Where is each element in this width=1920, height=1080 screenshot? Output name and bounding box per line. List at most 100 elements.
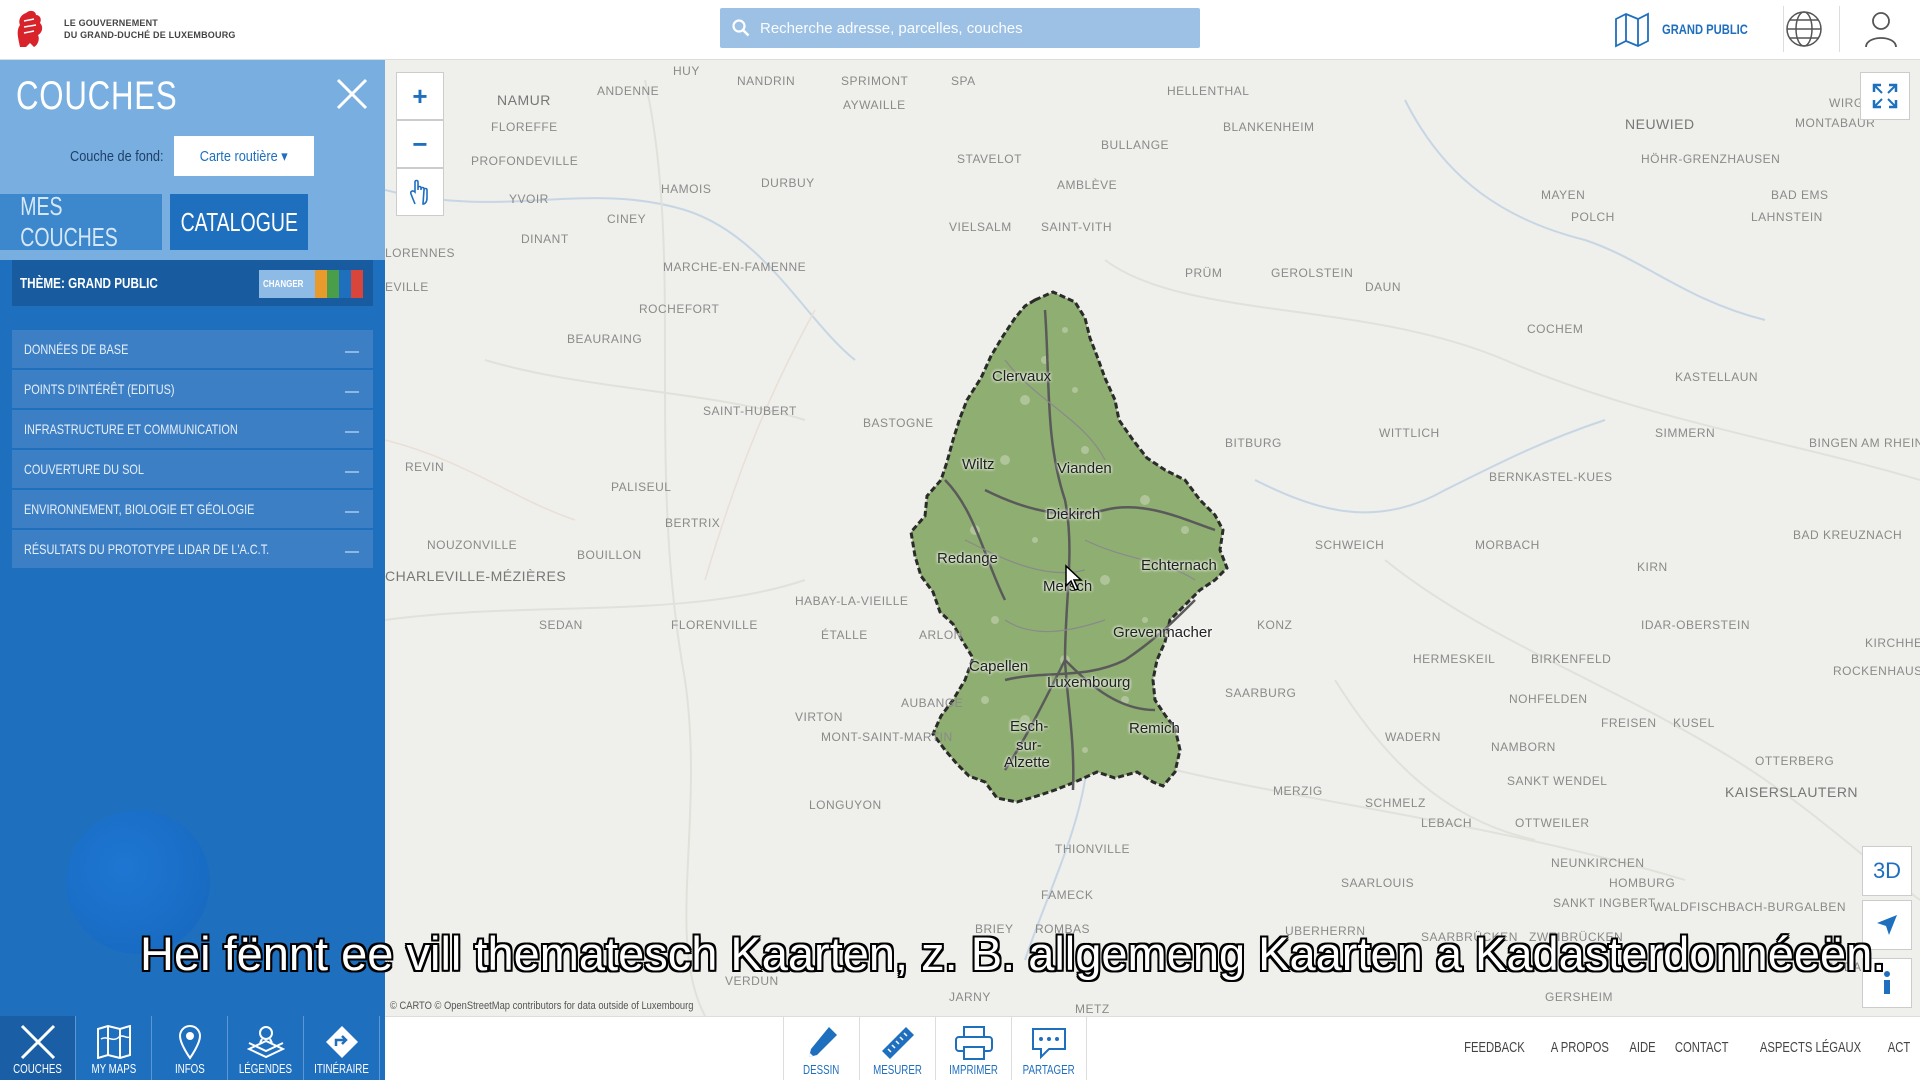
footer-link-feedback[interactable]: FEEDBACK (1464, 1039, 1525, 1056)
map-place-label: STAVELOT (957, 152, 1022, 166)
globe-icon (1785, 11, 1822, 47)
theme-selector-button[interactable]: GRAND PUBLIC (1612, 6, 1785, 52)
map-place-label: SAARBURG (1225, 686, 1297, 700)
3d-toggle-button[interactable]: 3D (1862, 846, 1912, 896)
map-place-label: LEBACH (1421, 816, 1473, 830)
user-icon (1865, 12, 1897, 48)
fullscreen-button[interactable] (1860, 72, 1910, 120)
background-layer-dropdown[interactable]: Carte routière ▾ (174, 136, 314, 176)
expand-icon (1872, 83, 1898, 109)
layers-panel-header: COUCHES Couche de fond: Carte routière ▾… (0, 60, 385, 260)
map-place-label: VIRTON (795, 710, 843, 724)
footer-link-a-propos[interactable]: A PROPOS (1551, 1039, 1609, 1056)
tool-dessin-button[interactable]: DESSIN (783, 1017, 859, 1080)
map-place-label: LORENNES (385, 246, 456, 260)
tools-group: DESSIN MESURER IMPRIMER PARTAGER (783, 1017, 1087, 1080)
nav-label: COUCHES (13, 1061, 62, 1076)
tool-mesurer-button[interactable]: MESURER (859, 1017, 935, 1080)
zoom-in-button[interactable]: + (396, 72, 444, 120)
map-place-label: BLANKENHEIM (1223, 120, 1315, 134)
footer-link-aspects-legaux[interactable]: ASPECTS LÉGAUX (1760, 1039, 1861, 1056)
nav-my-maps-button[interactable]: MY MAPS (76, 1016, 152, 1080)
map-place-label: BERTRIX (665, 516, 721, 530)
footer-links: FEEDBACK A PROPOS AIDE CONTACT ASPECTS L… (1454, 1039, 1914, 1056)
tool-partager-button[interactable]: PARTAGER (1011, 1017, 1087, 1080)
city-label: Alzette (1004, 754, 1050, 771)
city-label: Clervaux (992, 368, 1052, 385)
footer-link-act[interactable]: ACT (1888, 1039, 1911, 1056)
bottom-toolbar: DESSIN MESURER IMPRIMER PARTAGER FEEDBAC… (385, 1016, 1920, 1080)
close-panel-button[interactable] (334, 76, 374, 116)
ruler-icon (881, 1027, 914, 1059)
map-place-label: BOUILLON (577, 548, 642, 562)
search-icon (732, 19, 750, 37)
city-label: sur- (1016, 737, 1042, 754)
tab-catalogue[interactable]: CATALOGUE (170, 194, 308, 250)
government-logo[interactable]: Le Gouvernement du Grand-Duché de Luxemb… (10, 5, 240, 53)
map-place-label: NOUZONVILLE (427, 538, 518, 552)
catalogue-item-infrastructure[interactable]: INFRASTRUCTURE ET COMMUNICATION (12, 410, 373, 450)
map-place-label: HUY (673, 64, 700, 78)
footer-link-contact[interactable]: CONTACT (1674, 1039, 1728, 1056)
map-place-label: NOHFELDEN (1509, 692, 1588, 706)
chevron-down-icon (345, 387, 359, 393)
map-place-label: FREISEN (1601, 716, 1657, 730)
catalogue-item-points-interet[interactable]: POINTS D'INTÉRÊT (EDITUS) (12, 370, 373, 410)
nav-label: INFOS (174, 1061, 205, 1076)
nav-itineraire-button[interactable]: ITINÉRAIRE (304, 1016, 380, 1080)
map-place-label: PRÜM (1185, 266, 1223, 280)
map-place-label: SCHWEICH (1315, 538, 1385, 552)
map-view[interactable]: NAMUR ANDENNE HUY NANDRIN SPRIMONT SPA A… (385, 60, 1920, 1016)
map-place-label: ARLON (919, 628, 963, 642)
map-place-label: BEAURAING (567, 332, 643, 346)
nav-legendes-button[interactable]: LÉGENDES (228, 1016, 304, 1080)
city-label: Redange (937, 550, 998, 567)
catalogue-item-donnees-de-base[interactable]: DONNÉES DE BASE (12, 330, 373, 370)
city-label: Esch- (1010, 718, 1049, 735)
chevron-down-icon (345, 467, 359, 473)
share-icon (1032, 1028, 1066, 1060)
catalogue-item-couverture-du-sol[interactable]: COUVERTURE DU SOL (12, 450, 373, 490)
map-place-label: YVOIR (509, 192, 549, 206)
legend-icon (246, 1026, 285, 1059)
city-label: Grevenmacher (1113, 624, 1213, 641)
map-place-label: MARCHE-EN-FAMENNE (663, 260, 807, 274)
mouse-cursor-icon (1065, 564, 1083, 591)
map-place-label: PALISEUL (611, 480, 672, 494)
map-place-label: SEDAN (539, 618, 583, 632)
catalogue-list: DONNÉES DE BASE POINTS D'INTÉRÊT (EDITUS… (12, 330, 373, 570)
footer-link-aide[interactable]: AIDE (1629, 1039, 1655, 1056)
language-button[interactable] (1768, 6, 1840, 52)
map-place-label: ÉTALLE (821, 628, 868, 642)
video-subtitle: Hei fënnt ee vill thematesch Kaarten, z.… (140, 927, 1886, 980)
tool-imprimer-button[interactable]: IMPRIMER (935, 1017, 1011, 1080)
change-theme-button[interactable]: CHANGER (259, 270, 363, 298)
tab-mes-couches[interactable]: MES COUCHES (0, 191, 162, 252)
map-place-label: NANDRIN (737, 74, 796, 88)
background-layer-label: Couche de fond: (70, 148, 164, 165)
map-place-label: MORBACH (1475, 538, 1540, 552)
map-attribution[interactable]: © CARTO © OpenStreetMap contributors for… (390, 1000, 693, 1012)
rotate-button[interactable] (396, 168, 444, 216)
catalogue-item-environnement[interactable]: ENVIRONNEMENT, BIOLOGIE ET GÉOLOGIE (12, 490, 373, 530)
map-place-label: IDAR-OBERSTEIN (1641, 618, 1751, 632)
city-label: Remich (1129, 720, 1180, 737)
map-place-label: EVILLE (385, 280, 429, 294)
city-label: Echternach (1141, 557, 1217, 574)
catalogue-item-label: DONNÉES DE BASE (24, 341, 129, 357)
map-place-label: CINEY (607, 212, 647, 226)
map-place-label: DAUN (1365, 280, 1402, 294)
search-bar[interactable] (720, 8, 1200, 48)
nav-infos-button[interactable]: INFOS (152, 1016, 228, 1080)
tab-label: MES COUCHES (20, 191, 118, 252)
nav-couches-button[interactable]: COUCHES (0, 1016, 76, 1080)
tab-label: CATALOGUE (180, 206, 298, 237)
map-place-label: METZ (1075, 1002, 1110, 1016)
user-account-button[interactable] (1842, 6, 1920, 52)
zoom-out-button[interactable]: − (396, 120, 444, 168)
city-label: Vianden (1057, 460, 1112, 477)
catalogue-item-lidar[interactable]: RÉSULTATS DU PROTOTYPE LIDAR DE L'A.C.T. (12, 530, 373, 570)
close-icon (336, 78, 368, 110)
search-input[interactable] (760, 19, 1180, 37)
chevron-down-icon (345, 427, 359, 433)
